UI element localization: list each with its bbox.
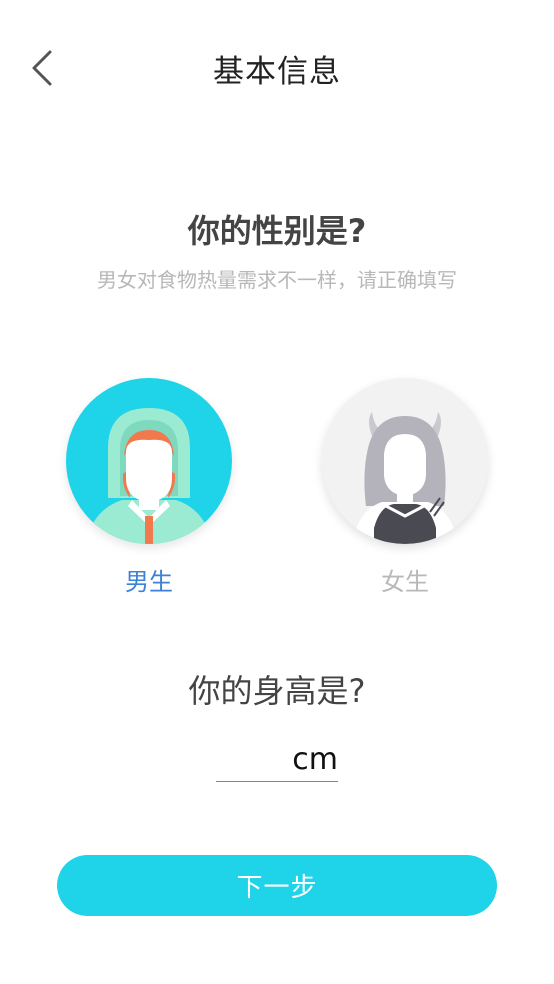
male-avatar-icon xyxy=(86,408,212,544)
next-button[interactable]: 下一步 xyxy=(57,855,497,916)
gender-hint: 男女对食物热量需求不一样，请正确填写 xyxy=(97,268,457,292)
height-question: 你的身高是? xyxy=(188,672,366,710)
female-label[interactable]: 女生 xyxy=(322,562,488,597)
male-option[interactable] xyxy=(66,378,232,544)
height-unit: cm xyxy=(292,742,338,777)
height-field: cm xyxy=(216,740,338,782)
page-title: 基本信息 xyxy=(213,54,341,90)
basic-info-screen: 基本信息 你的性别是? 男女对食物热量需求不一样，请正确填写 男生 女生 你的身… xyxy=(0,0,554,984)
female-option[interactable] xyxy=(322,378,488,544)
gender-question: 你的性别是? xyxy=(187,212,367,250)
female-avatar-icon xyxy=(352,412,458,544)
height-input[interactable] xyxy=(216,740,292,780)
male-label[interactable]: 男生 xyxy=(66,562,232,597)
